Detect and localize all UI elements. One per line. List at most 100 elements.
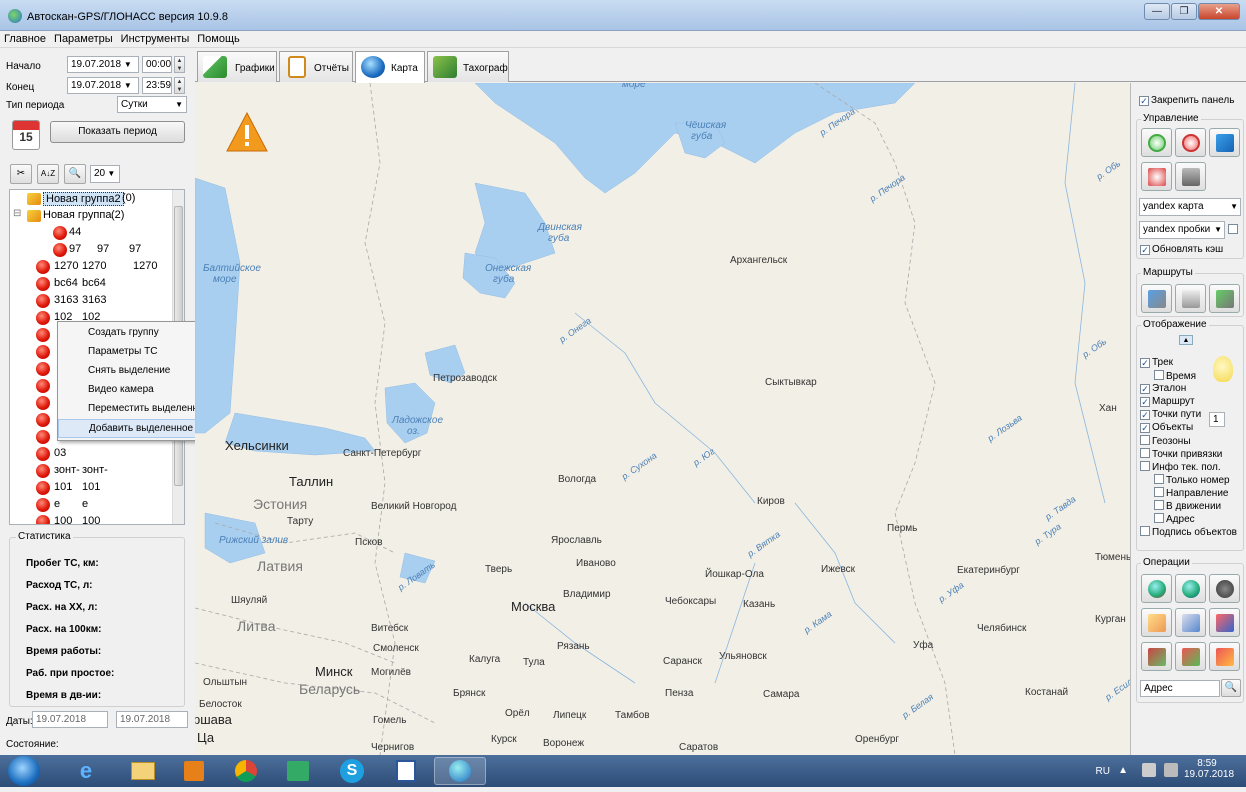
tree-vehicle-row[interactable]: 97 97 97	[10, 241, 170, 259]
tree-vehicle-row[interactable]: зонт-зонт-	[10, 462, 170, 480]
show-period-button[interactable]: Показать период	[50, 121, 185, 143]
map-view[interactable]: Архангельск Петрозаводск Сыктывкар Хельсинк…	[195, 83, 1130, 755]
address-search-icon[interactable]: 🔍	[1221, 679, 1241, 697]
display-option-checkbox[interactable]: Только номер	[1154, 474, 1230, 486]
vehicle-status-icon	[36, 464, 50, 478]
tab-reports[interactable]: Отчёты	[279, 51, 353, 82]
tree-vehicle-row[interactable]: 44	[10, 224, 170, 242]
traffic-source-select[interactable]: yandex пробки ▼	[1139, 221, 1225, 239]
binoculars-icon[interactable]	[1209, 574, 1240, 603]
waypoints-count-field[interactable]: 1	[1209, 412, 1225, 427]
zoom-in-icon[interactable]	[1141, 128, 1172, 157]
display-option-checkbox[interactable]: Точки привязки	[1140, 448, 1222, 460]
clock[interactable]: 8:59 19.07.2018	[1184, 758, 1234, 780]
start-button[interactable]	[8, 756, 40, 786]
outlook-icon[interactable]	[168, 757, 220, 785]
date-from-field[interactable]: 19.07.2018	[32, 711, 108, 728]
sort-az-icon[interactable]: A↓Z	[37, 164, 59, 184]
volume-icon[interactable]	[1164, 763, 1178, 777]
print-icon[interactable]	[1175, 162, 1206, 191]
display-option-checkbox[interactable]: Подпись объектов	[1140, 526, 1237, 538]
globe-tools-icon[interactable]	[1175, 574, 1206, 603]
autoscan-taskbar-icon[interactable]	[434, 757, 486, 785]
zoom-out-icon[interactable]	[1175, 128, 1206, 157]
menu-help[interactable]: Помощь	[193, 31, 244, 45]
tab-tachograph[interactable]: Тахограф	[427, 51, 509, 82]
map-city-label: Пермь	[887, 523, 918, 534]
tree-vehicle-row[interactable]: bc64 bc64	[10, 275, 170, 293]
display-option-checkbox[interactable]: Направление	[1154, 487, 1228, 499]
route-flag-icon[interactable]	[1141, 284, 1172, 313]
tab-map[interactable]: Карта	[355, 51, 425, 83]
date-to-field[interactable]: 19.07.2018	[116, 711, 188, 728]
display-option-checkbox[interactable]: ✓ Маршрут	[1140, 396, 1195, 407]
collapse-icon[interactable]: ▲	[1179, 335, 1193, 345]
pin-panel-checkbox[interactable]: ✓ Закрепить панель	[1139, 95, 1234, 106]
word-icon[interactable]	[380, 757, 432, 785]
display-option-checkbox[interactable]: В движении	[1154, 500, 1221, 512]
search-icon[interactable]: 🔍	[64, 164, 86, 184]
explorer-icon[interactable]	[117, 757, 169, 785]
fullscreen-icon[interactable]	[1209, 128, 1240, 157]
tree-vehicle-row[interactable]: 100 100	[10, 513, 170, 525]
tree-group[interactable]: ⊟ Новая группа (2)	[10, 207, 170, 225]
route-save-icon[interactable]	[1209, 284, 1240, 313]
start-time-spinner[interactable]: ▲ ▼	[174, 56, 185, 73]
start-date-field[interactable]: 19.07.2018 ▼	[67, 56, 139, 73]
menu-parameters[interactable]: Параметры	[50, 31, 117, 45]
map-source-select[interactable]: yandex карта ▼	[1139, 198, 1241, 216]
route-table-icon[interactable]	[1175, 284, 1206, 313]
warning-icon[interactable]	[225, 111, 269, 153]
display-option-checkbox[interactable]: Адрес	[1154, 513, 1195, 525]
skype-icon[interactable]: S	[326, 757, 378, 785]
display-option-checkbox[interactable]: ✓ Эталон	[1140, 383, 1186, 394]
tab-charts[interactable]: Графики	[197, 51, 277, 82]
refresh-cache-checkbox[interactable]: ✓ Обновлять кэш	[1140, 244, 1223, 255]
language-indicator[interactable]: RU	[1096, 766, 1110, 777]
end-date-field[interactable]: 19.07.2018 ▼	[67, 77, 139, 94]
tree-vehicle-row[interactable]: 3163 3163	[10, 292, 170, 310]
vehicle-status-icon	[36, 311, 50, 325]
center-map-icon[interactable]	[1141, 162, 1172, 191]
vehicle-cell: 100	[82, 515, 101, 525]
tray-expand-icon[interactable]: ▲	[1118, 765, 1128, 776]
display-option-checkbox[interactable]: Геозоны	[1140, 435, 1191, 447]
scissors-icon[interactable]: ✂	[10, 164, 32, 184]
display-option-checkbox[interactable]: ✓ Трек	[1140, 357, 1173, 368]
globe-location-icon[interactable]	[1141, 574, 1172, 603]
end-time-field[interactable]: 23:59	[142, 77, 172, 94]
delete-zone-icon[interactable]	[1209, 642, 1240, 671]
address-field[interactable]: Адрес	[1140, 680, 1220, 697]
ie-icon[interactable]: e	[60, 757, 112, 785]
tree-vehicle-row[interactable]: 101 101	[10, 479, 170, 497]
period-type-select[interactable]: Сутки ▼	[117, 96, 187, 113]
measure-icon[interactable]	[1175, 608, 1206, 637]
lightbulb-icon[interactable]	[1213, 356, 1233, 382]
display-option-checkbox[interactable]: ✓ Объекты	[1140, 422, 1193, 433]
menu-tools[interactable]: Инструменты	[117, 31, 194, 45]
add-zone-icon[interactable]	[1175, 642, 1206, 671]
menu-main[interactable]: Главное	[0, 31, 50, 45]
vehicle-status-icon	[36, 328, 50, 342]
tree-expander-icon[interactable]: ⊟	[13, 208, 21, 219]
tree-vehicle-row[interactable]: 1270 1270 1270	[10, 258, 170, 276]
app-icon-green[interactable]	[272, 757, 324, 785]
chrome-icon[interactable]	[220, 757, 272, 785]
tree-vehicle-row[interactable]: ee	[10, 496, 170, 514]
display-option-checkbox[interactable]: Время	[1154, 370, 1196, 382]
display-option-checkbox[interactable]: Инфо тек. пол.	[1140, 461, 1221, 473]
traffic-checkbox[interactable]	[1228, 224, 1240, 236]
end-time-spinner[interactable]: ▲ ▼	[174, 77, 185, 94]
add-place-icon[interactable]	[1141, 642, 1172, 671]
network-icon[interactable]	[1142, 763, 1156, 777]
tree-vehicle-row[interactable]: 03	[10, 445, 170, 463]
maximize-button[interactable]: ❐	[1171, 3, 1197, 20]
map-area-icon[interactable]	[1141, 608, 1172, 637]
tree-group[interactable]: Новая группа2 (0)	[10, 190, 170, 208]
close-button[interactable]: ✕	[1198, 3, 1240, 20]
display-option-checkbox[interactable]: ✓ Точки пути	[1140, 409, 1201, 420]
pin-tool-icon[interactable]	[1209, 608, 1240, 637]
zoom-count-select[interactable]: 20 ▼	[90, 165, 120, 183]
start-time-field[interactable]: 00:00	[142, 56, 172, 73]
minimize-button[interactable]: —	[1144, 3, 1170, 20]
